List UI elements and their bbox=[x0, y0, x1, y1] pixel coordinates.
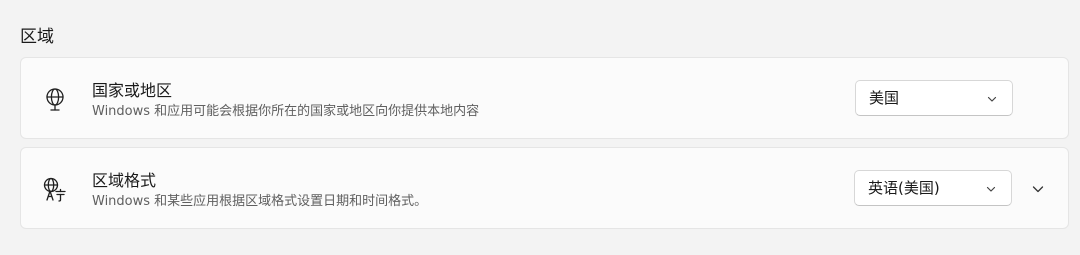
chevron-down-icon bbox=[986, 186, 996, 192]
chevron-down-icon bbox=[987, 96, 997, 102]
section-title: 区域 bbox=[20, 27, 54, 47]
country-region-card: 国家或地区 Windows 和应用可能会根据你所在的国家或地区向你提供本地内容 … bbox=[20, 57, 1069, 139]
regional-format-title: 区域格式 bbox=[92, 171, 157, 190]
globe-icon bbox=[46, 88, 64, 111]
expand-chevron-icon[interactable] bbox=[1031, 182, 1045, 196]
language-format-icon bbox=[43, 177, 66, 202]
country-region-dropdown[interactable]: 美国 bbox=[855, 80, 1013, 116]
country-region-title: 国家或地区 bbox=[92, 81, 173, 100]
regional-format-description: Windows 和某些应用根据区域格式设置日期和时间格式。 bbox=[92, 194, 428, 209]
regional-format-selected-value: 英语(美国) bbox=[868, 179, 940, 197]
regional-format-card[interactable]: 区域格式 Windows 和某些应用根据区域格式设置日期和时间格式。 英语(美国… bbox=[20, 147, 1069, 229]
regional-format-dropdown[interactable]: 英语(美国) bbox=[854, 170, 1012, 206]
country-region-selected-value: 美国 bbox=[869, 89, 900, 107]
country-region-description: Windows 和应用可能会根据你所在的国家或地区向你提供本地内容 bbox=[92, 104, 480, 119]
